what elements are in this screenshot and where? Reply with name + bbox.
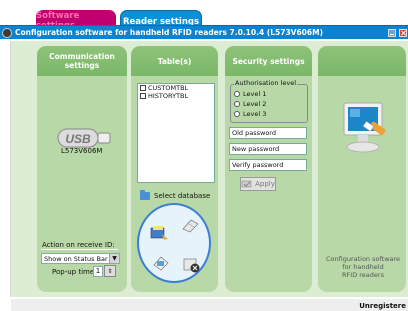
radio-icon[interactable] [234,111,240,117]
radio-level-1[interactable]: Level 1 [234,90,266,98]
table-item[interactable]: HISTORYTBL [140,92,214,100]
action-on-receive-label: Action on receive ID: [42,241,115,249]
verify-password-field[interactable]: Verify password [229,159,307,171]
old-password-field[interactable]: Old password [229,127,307,139]
app-description: Configuration software for handheld RFID… [323,255,403,279]
security-header: Security settings [225,46,312,76]
database-add-icon[interactable] [149,225,169,241]
popup-time-label: Pop-up time: [52,268,97,276]
action-select[interactable]: Show on Status Bar ▼ [41,253,120,264]
radio-label: Level 2 [243,100,267,108]
device-serial: L573V606M [61,147,103,155]
separator [41,249,118,250]
close-icon[interactable] [399,29,407,37]
database-edit-icon[interactable] [181,217,201,233]
table-item-label: HISTORYTBL [148,92,189,100]
action-select-value: Show on Status Bar [44,255,108,263]
select-database-button[interactable]: Select database [140,190,211,200]
status-bar: Unregistere [11,297,408,311]
new-password-field[interactable]: New password [229,143,307,155]
checkbox[interactable] [140,85,146,91]
chevron-down-icon[interactable]: ▼ [109,254,119,263]
registration-status: Unregistere [359,302,406,310]
radio-label: Level 1 [243,90,267,98]
monitor-icon [343,102,386,153]
communication-header: Communication settings [37,46,127,76]
table-item[interactable]: CUSTOMTBL [140,84,214,92]
logo-header [318,46,406,76]
window-title: Configuration software for handheld RFID… [15,28,324,37]
title-bar: Configuration software for handheld RFID… [0,25,408,39]
description-line: for handheld [342,263,384,271]
popup-time-spinner[interactable]: ⇕ [104,265,116,277]
radio-icon[interactable] [234,101,240,107]
popup-time-input[interactable]: 1 [93,266,103,277]
database-delete-icon[interactable] [181,257,201,273]
radio-level-2[interactable]: Level 2 [234,100,266,108]
select-database-label: Select database [154,192,211,200]
tables-header: Table(s) [131,46,218,76]
radio-icon[interactable] [234,91,240,97]
description-line: RFID readers [342,271,384,279]
apply-button[interactable]: Apply [240,177,276,191]
authorisation-level-label: Authorisation level [234,79,298,87]
radio-level-3[interactable]: Level 3 [234,110,266,118]
description-line: Configuration software [325,255,401,263]
database-actions [137,203,211,283]
apply-label: Apply [255,180,275,188]
communication-header-line1: Communication [49,52,115,61]
communication-header-line2: settings [64,61,100,70]
checkbox[interactable] [140,93,146,99]
table-list[interactable]: CUSTOMTBL HISTORYTBL [137,83,215,183]
table-item-label: CUSTOMTBL [148,84,189,92]
minimize-icon[interactable] [388,29,396,37]
svg-text:USB: USB [65,132,91,146]
database-import-icon[interactable] [151,255,171,271]
folder-icon [140,190,150,200]
apply-icon [241,180,252,188]
radio-label: Level 3 [243,110,267,118]
app-icon [2,28,12,38]
